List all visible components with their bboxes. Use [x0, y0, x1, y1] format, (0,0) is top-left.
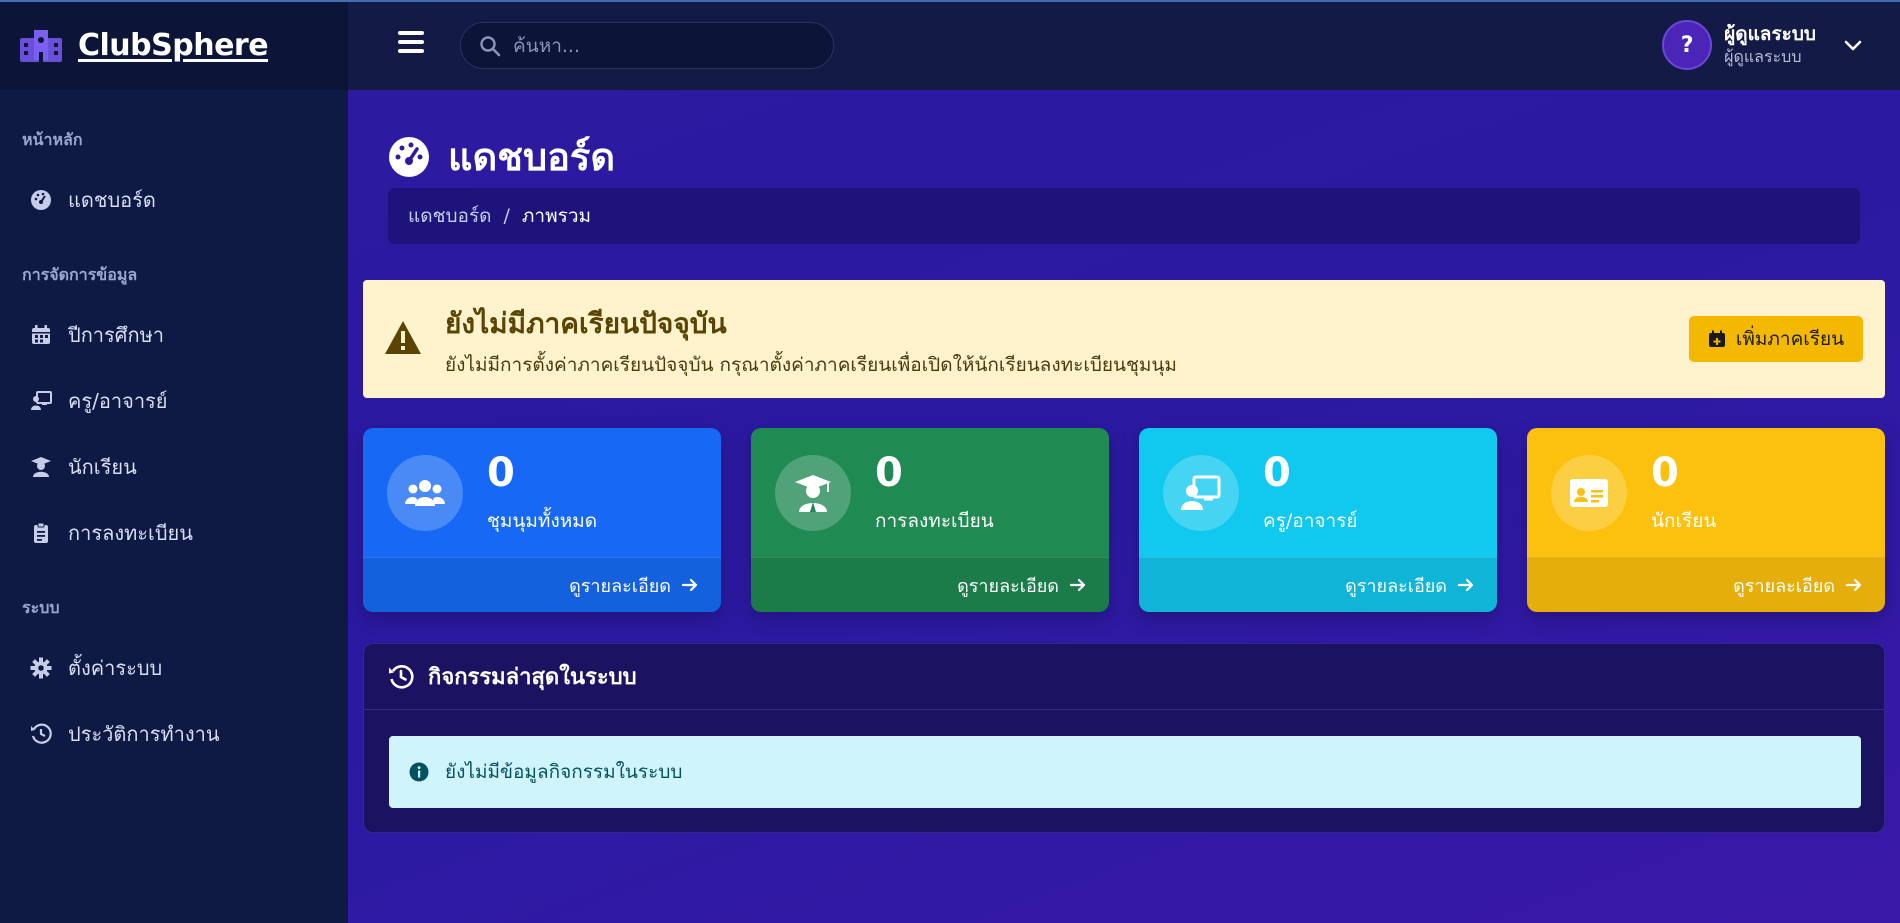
- sidebar-item-academic-year[interactable]: ปีการศึกษา: [0, 302, 348, 368]
- stat-card-clubs[interactable]: 0 ชุมนุมทั้งหมด ดูรายละเอียด: [363, 428, 721, 612]
- arrow-right-icon: [1845, 578, 1862, 592]
- sidebar-item-label: นักเรียน: [68, 455, 137, 479]
- card-body: 0 ชุมนุมทั้งหมด: [363, 428, 721, 557]
- school-building-icon: [20, 30, 62, 62]
- history-icon: [389, 664, 414, 689]
- chalkboard-teacher-icon: [1181, 475, 1221, 510]
- sidebar-item-settings[interactable]: ตั้งค่าระบบ: [0, 635, 348, 701]
- sidebar-item-dashboard[interactable]: แดชบอร์ด: [0, 167, 348, 233]
- stat-card-students[interactable]: 0 นักเรียน ดูรายละเอียด: [1527, 428, 1885, 612]
- card-value: 0: [1651, 450, 1679, 496]
- stat-card-registrations[interactable]: 0 การลงทะเบียน ดูรายละเอียด: [751, 428, 1109, 612]
- arrow-right-icon: [681, 578, 698, 592]
- card-label: ชุมนุมทั้งหมด: [487, 510, 598, 532]
- dashboard-gauge-icon: [389, 136, 429, 177]
- card-body: 0 ครู/อาจารย์: [1139, 428, 1497, 557]
- user-role: ผู้ดูแลระบบ: [1724, 46, 1802, 66]
- dashboard-gauge-icon: [31, 190, 51, 210]
- clipboard-icon: [34, 522, 48, 543]
- sidebar-item-label: ตั้งค่าระบบ: [68, 656, 163, 680]
- card-value: 0: [1263, 450, 1291, 496]
- graduate-icon: [795, 475, 831, 512]
- page-header: แดชบอร์ด: [388, 126, 615, 187]
- sidebar-section-title: การจัดการข้อมูล: [22, 265, 138, 284]
- breadcrumb-separator: /: [503, 205, 510, 227]
- sidebar-item-label: การลงทะเบียน: [68, 521, 193, 545]
- gear-icon: [30, 657, 52, 679]
- alert-text: ยังไม่มีการตั้งค่าภาคเรียนปัจจุบัน กรุณา…: [445, 354, 1177, 376]
- card-footer-link[interactable]: ดูรายละเอียด: [1527, 557, 1885, 612]
- sidebar-item-registration[interactable]: การลงทะเบียน: [0, 500, 348, 566]
- user-menu[interactable]: ? ผู้ดูแลระบบ ผู้ดูแลระบบ: [1662, 20, 1864, 70]
- calendar-plus-icon: [1708, 330, 1725, 347]
- card-icon-wrap: [775, 455, 851, 531]
- info-circle-icon: [409, 762, 429, 782]
- sidebar-section-title: ระบบ: [22, 598, 60, 617]
- arrow-right-icon: [1457, 578, 1474, 592]
- sidebar-item-students[interactable]: นักเรียน: [0, 434, 348, 500]
- card-link-label: ดูรายละเอียด: [1345, 575, 1447, 597]
- empty-activity-text: ยังไม่มีข้อมูลกิจกรรมในระบบ: [445, 761, 683, 783]
- sidebar-nav: หน้าหลัก แดชบอร์ด การจัดการข้อมูล ปีการศ…: [0, 90, 348, 767]
- card-icon-wrap: [1551, 455, 1627, 531]
- card-label: นักเรียน: [1651, 510, 1717, 532]
- page-title: แดชบอร์ด: [448, 135, 615, 179]
- sidebar-item-label: ประวัติการทำงาน: [68, 722, 220, 746]
- warning-triangle-icon: [385, 321, 421, 354]
- chevron-down-icon[interactable]: [1842, 34, 1864, 56]
- alert-title: ยังไม่มีภาคเรียนปัจจุบัน: [445, 307, 727, 340]
- card-value: 0: [875, 450, 903, 496]
- avatar: ?: [1662, 20, 1713, 70]
- add-semester-label: เพิ่มภาคเรียน: [1735, 328, 1845, 350]
- card-body: 0 นักเรียน: [1527, 428, 1885, 557]
- sidebar-section-title: หน้าหลัก: [22, 130, 83, 149]
- calendar-icon: [32, 325, 50, 344]
- card-footer-link[interactable]: ดูรายละเอียด: [363, 557, 721, 612]
- sidebar-item-history[interactable]: ประวัติการทำงาน: [0, 701, 348, 767]
- add-semester-button[interactable]: เพิ่มภาคเรียน: [1689, 316, 1863, 362]
- search-box[interactable]: [460, 22, 834, 69]
- card-link-label: ดูรายละเอียด: [957, 575, 1059, 597]
- arrow-right-icon: [1069, 578, 1086, 592]
- card-link-label: ดูรายละเอียด: [1733, 575, 1835, 597]
- main-content: ? ผู้ดูแลระบบ ผู้ดูแลระบบ แดชบอร์ด แดชบอ…: [348, 0, 1900, 923]
- recent-activity-panel: กิจกรรมล่าสุดในระบบ ยังไม่มีข้อมูลกิจกรร…: [363, 643, 1885, 833]
- id-card-icon: [1570, 479, 1608, 507]
- card-label: ครู/อาจารย์: [1263, 510, 1358, 532]
- search-icon: [480, 35, 501, 56]
- card-label: การลงทะเบียน: [875, 510, 994, 532]
- card-icon-wrap: [387, 455, 463, 531]
- panel-header: กิจกรรมล่าสุดในระบบ: [364, 644, 1884, 710]
- history-icon: [31, 723, 52, 744]
- brand-name: ClubSphere: [78, 27, 269, 63]
- card-footer-link[interactable]: ดูรายละเอียด: [1139, 557, 1497, 612]
- search-input[interactable]: [513, 34, 813, 57]
- card-value: 0: [487, 450, 515, 496]
- sidebar-item-teachers[interactable]: ครู/อาจารย์: [0, 368, 348, 434]
- graduate-icon: [31, 457, 51, 477]
- chalkboard-teacher-icon: [31, 391, 52, 410]
- menu-toggle-button[interactable]: [398, 31, 424, 55]
- card-body: 0 การลงทะเบียน: [751, 428, 1109, 557]
- users-icon: [405, 480, 445, 506]
- semester-warning-alert: ยังไม่มีภาคเรียนปัจจุบัน ยังไม่มีการตั้ง…: [363, 280, 1885, 398]
- brand[interactable]: ClubSphere: [0, 0, 348, 90]
- sidebar-item-label: แดชบอร์ด: [68, 188, 156, 212]
- card-footer-link[interactable]: ดูรายละเอียด: [751, 557, 1109, 612]
- empty-activity-info: ยังไม่มีข้อมูลกิจกรรมในระบบ: [389, 736, 1861, 808]
- breadcrumb-link-dashboard[interactable]: แดชบอร์ด: [408, 201, 492, 231]
- sidebar-item-label: ปีการศึกษา: [68, 323, 164, 347]
- top-accent-line: [0, 0, 1900, 2]
- sidebar: ClubSphere หน้าหลัก แดชบอร์ด การจัดการข้…: [0, 0, 348, 923]
- breadcrumb: แดชบอร์ด / ภาพรวม: [388, 188, 1860, 244]
- stat-card-teachers[interactable]: 0 ครู/อาจารย์ ดูรายละเอียด: [1139, 428, 1497, 612]
- user-name: ผู้ดูแลระบบ: [1724, 23, 1816, 46]
- sidebar-item-label: ครู/อาจารย์: [68, 389, 168, 413]
- breadcrumb-current: ภาพรวม: [521, 205, 592, 227]
- panel-title: กิจกรรมล่าสุดในระบบ: [428, 665, 637, 690]
- card-icon-wrap: [1163, 455, 1239, 531]
- card-link-label: ดูรายละเอียด: [569, 575, 671, 597]
- topbar: ? ผู้ดูแลระบบ ผู้ดูแลระบบ: [348, 0, 1900, 90]
